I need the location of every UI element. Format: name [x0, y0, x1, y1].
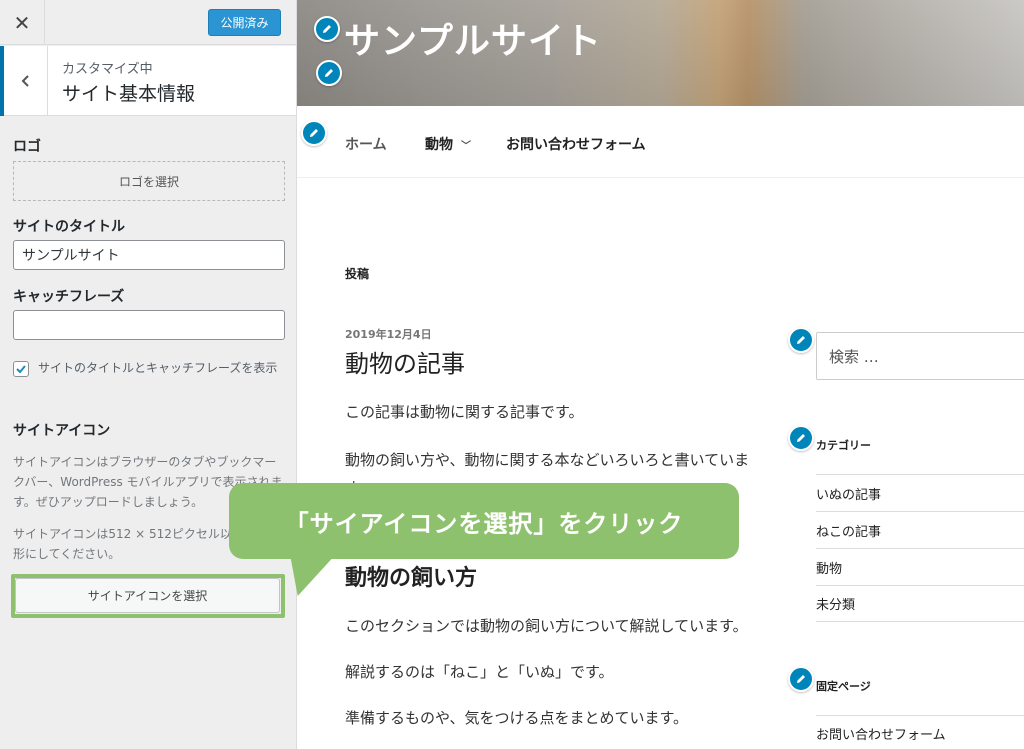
select-logo-button[interactable]: ロゴを選択	[13, 161, 285, 201]
nav-item-contact[interactable]: お問い合わせフォーム	[506, 134, 646, 154]
check-icon	[16, 365, 26, 374]
nav-item-animals[interactable]: 動物 ﹀	[425, 134, 471, 154]
pages-list: お問い合わせフォーム	[816, 715, 1024, 749]
post-section-heading: 動物の飼い方	[345, 566, 478, 591]
post-paragraph: 解説するのは「ねこ」と「いぬ」です。	[345, 663, 614, 681]
edit-shortcut-pages[interactable]	[788, 666, 814, 692]
category-item[interactable]: いぬの記事	[816, 474, 1024, 511]
search-input[interactable]: 検索 …	[816, 332, 1024, 380]
customizer-topbar: ✕ 公開済み	[0, 0, 296, 45]
section-title: サイト基本情報	[62, 83, 196, 105]
category-item[interactable]: 動物	[816, 548, 1024, 585]
pencil-icon	[797, 675, 805, 683]
site-title-input[interactable]: サンプルサイト	[13, 240, 285, 270]
main-navigation: ホーム 動物 ﹀ お問い合わせフォーム	[297, 106, 1024, 178]
edit-shortcut-tagline[interactable]	[316, 60, 342, 86]
site-icon-label: サイトアイコン	[13, 423, 111, 439]
pencil-icon	[310, 129, 318, 137]
tagline-label: キャッチフレーズ	[13, 289, 125, 305]
edit-shortcut-categories[interactable]	[788, 425, 814, 451]
select-site-icon-button[interactable]: サイトアイコンを選択	[15, 578, 280, 613]
section-subtitle: カスタマイズ中	[62, 62, 153, 77]
chevron-down-icon: ﹀	[461, 141, 471, 152]
instruction-callout: 「サイアイコンを選択」をクリック	[229, 483, 739, 559]
post-date[interactable]: 2019年12月4日	[345, 326, 432, 342]
site-title-label: サイトのタイトル	[13, 219, 125, 235]
category-item[interactable]: 未分類	[816, 585, 1024, 622]
pencil-icon	[797, 434, 805, 442]
post-paragraph: この記事は動物に関する記事です。	[345, 403, 584, 421]
pages-heading: 固定ページ	[816, 680, 871, 693]
post-paragraph: 準備するものや、気をつける点をまとめています。	[345, 709, 689, 727]
category-item[interactable]: ねこの記事	[816, 511, 1024, 548]
page-item[interactable]: お問い合わせフォーム	[816, 715, 1024, 749]
display-title-checkbox[interactable]	[13, 361, 29, 377]
edit-shortcut-menu[interactable]	[301, 120, 327, 146]
edit-shortcut-title[interactable]	[314, 16, 340, 42]
back-button[interactable]	[0, 46, 48, 116]
categories-heading: カテゴリー	[816, 439, 871, 452]
publish-button[interactable]: 公開済み	[208, 9, 281, 36]
post-title[interactable]: 動物の記事	[345, 344, 465, 379]
site-preview: サンプルサイト ホーム 動物 ﹀ お問い合わせフォーム 投稿 2019年12月4日…	[297, 0, 1024, 749]
edit-shortcut-search[interactable]	[788, 327, 814, 353]
chevron-left-icon	[21, 75, 29, 87]
pencil-icon	[325, 69, 333, 77]
section-header: カスタマイズ中 サイト基本情報	[0, 46, 296, 116]
display-title-label: サイトのタイトルとキャッチフレーズを表示	[38, 361, 278, 375]
pencil-icon	[323, 25, 331, 33]
logo-label: ロゴ	[13, 139, 41, 155]
nav-item-home[interactable]: ホーム	[345, 134, 387, 154]
posts-heading: 投稿	[345, 267, 370, 281]
post-paragraph: このセクションでは動物の飼い方について解説しています。	[345, 617, 748, 635]
tagline-input[interactable]	[13, 310, 285, 340]
close-icon[interactable]: ✕	[0, 0, 45, 45]
customizer-sidebar: ✕ 公開済み カスタマイズ中 サイト基本情報 ロゴ ロゴを選択 サイトのタイトル…	[0, 0, 297, 749]
pencil-icon	[797, 336, 805, 344]
nav-item-label: 動物	[425, 137, 453, 153]
categories-list: いぬの記事 ねこの記事 動物 未分類	[816, 474, 1024, 622]
site-title[interactable]: サンプルサイト	[344, 12, 602, 64]
